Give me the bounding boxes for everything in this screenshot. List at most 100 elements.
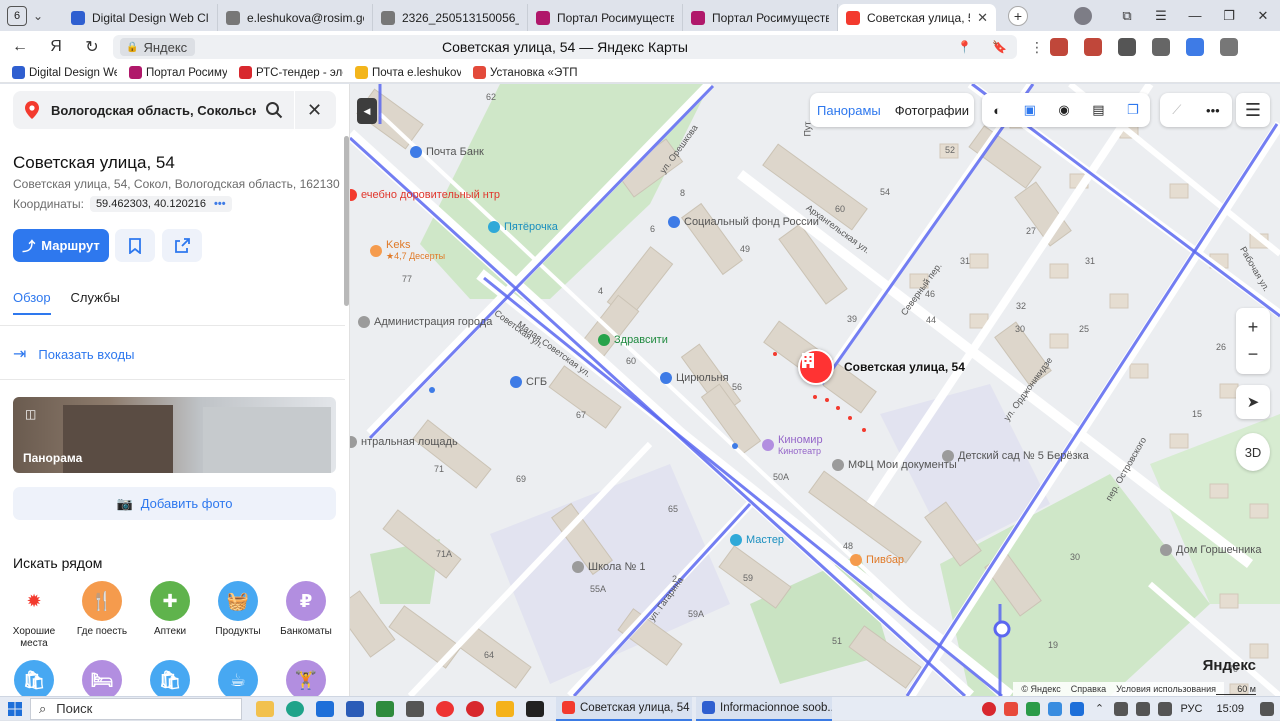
bookmark-item[interactable]: РТС-тендер - элек: [239, 66, 343, 79]
yandex-browser-icon[interactable]: [496, 700, 514, 717]
app-icon[interactable]: [346, 700, 364, 717]
coords-value-box[interactable]: 59.462303, 40.120216 •••: [89, 196, 232, 212]
route-button[interactable]: ⤴ Маршрут: [13, 229, 109, 262]
map-book-icon[interactable]: ▣: [1017, 102, 1043, 118]
xbox-icon[interactable]: [376, 700, 394, 717]
ruler-icon[interactable]: ⟋: [1165, 102, 1188, 118]
menu-icon[interactable]: ☰: [1144, 8, 1178, 24]
nearby-category[interactable]: 🛍: [144, 660, 196, 696]
map-poi-label[interactable]: Цирюльня: [660, 372, 729, 384]
map-poi-label[interactable]: Киномир Кинотеатр: [762, 434, 823, 456]
bookmark-icon[interactable]: 🔖: [992, 40, 1007, 54]
map-poi-label[interactable]: МФЦ Мои документы: [832, 459, 957, 471]
nearby-category[interactable]: ✹ Хорошие места: [8, 581, 60, 650]
hamburger-menu-button[interactable]: ☰: [1236, 93, 1270, 127]
app-icon[interactable]: [406, 700, 424, 717]
collections-icon[interactable]: ⧉: [1110, 8, 1144, 24]
file-explorer-icon[interactable]: [256, 700, 274, 717]
layers-icon[interactable]: ◐: [986, 103, 1008, 118]
extension-icon[interactable]: [1118, 38, 1136, 56]
more-icon[interactable]: •••: [1199, 103, 1227, 118]
tray-icon[interactable]: [1048, 702, 1063, 716]
3d-button[interactable]: 3D: [1236, 433, 1270, 471]
back-button[interactable]: ←: [2, 38, 38, 56]
omnibox[interactable]: 🔒 Яндекс Советская улица, 54 — Яндекс Ка…: [113, 35, 1017, 59]
taskbar-search[interactable]: ⌕ Поиск: [30, 697, 242, 720]
avatar[interactable]: [1074, 6, 1092, 25]
reload-button[interactable]: ↻: [74, 37, 110, 57]
tab-overview[interactable]: Обзор: [13, 290, 51, 315]
tab-services[interactable]: Службы: [71, 290, 120, 315]
tray-icon[interactable]: [1026, 702, 1041, 716]
map-poi-label[interactable]: Детский сад № 5 Берёзка: [942, 450, 1089, 462]
camera-icon[interactable]: ◉: [1051, 102, 1076, 118]
bluetooth-icon[interactable]: [1070, 702, 1085, 716]
bookmark-item[interactable]: Почта e.leshukova: [355, 66, 461, 79]
nearby-category[interactable]: 🧺 Продукты: [212, 581, 264, 650]
browser-tab[interactable]: Портал Росимущества: [683, 4, 838, 31]
extension-icon[interactable]: [1186, 38, 1204, 56]
app-icon[interactable]: [526, 700, 544, 717]
browser-tab[interactable]: e.leshukova@rosim.gov: [218, 4, 373, 31]
browser-tab[interactable]: Советская улица, 54 ✕: [838, 4, 996, 31]
panoramas-button[interactable]: Панорамы: [810, 103, 888, 118]
zoom-out-button[interactable]: −: [1248, 344, 1259, 365]
map-poi-label[interactable]: Keks ★4,7 Десерты: [370, 239, 445, 262]
browser-tab[interactable]: Портал Росимущества: [528, 4, 683, 31]
panorama-card[interactable]: ◫ Панорама: [13, 397, 336, 473]
map-poi-label[interactable]: СГБ: [510, 376, 547, 388]
notifications-icon[interactable]: [1260, 702, 1274, 716]
close-window-button[interactable]: ✕: [1246, 8, 1280, 24]
map-poi-label[interactable]: Почта Банк: [410, 146, 484, 158]
add-photo-button[interactable]: 📷 Добавить фото: [13, 487, 336, 520]
tray-icon[interactable]: [982, 702, 997, 716]
yandex-icon[interactable]: [436, 700, 454, 717]
map-poi-label[interactable]: Здравсити: [598, 334, 668, 346]
help-link[interactable]: Справка: [1071, 684, 1106, 694]
search-input[interactable]: Вологодская область, Сокольский ра: [51, 103, 256, 118]
map-poi-label[interactable]: Администрация города: [358, 316, 492, 328]
photos-button[interactable]: Фотографии: [888, 103, 976, 118]
map-poi-label[interactable]: нтральная лощадь: [350, 436, 458, 448]
taskbar-app-button[interactable]: Советская улица, 54 ...: [556, 696, 692, 721]
bookmark-item[interactable]: Портал Росимущ: [129, 66, 227, 79]
taskbar-app-button[interactable]: Informacionnoe soob...: [696, 696, 832, 721]
yandex-home-button[interactable]: Я: [38, 38, 74, 56]
map-poi-label[interactable]: ечебно доровительный нтр: [350, 189, 500, 201]
nearby-category[interactable]: 🏋: [280, 660, 332, 696]
browser-tab[interactable]: 2326_250513150056_00: [373, 4, 528, 31]
map-poi-label[interactable]: Дом Горшечника: [1160, 544, 1261, 556]
nearby-category[interactable]: ☕: [212, 660, 264, 696]
extension-icon[interactable]: [1084, 38, 1102, 56]
volume-icon[interactable]: [1136, 702, 1151, 716]
more-icon[interactable]: •••: [214, 198, 226, 210]
nearby-category[interactable]: ₽ Банкоматы: [280, 581, 332, 650]
edge-icon[interactable]: [286, 700, 304, 717]
language-indicator[interactable]: РУС: [1180, 703, 1202, 715]
terms-link[interactable]: Условия использования: [1116, 684, 1216, 694]
nearby-category[interactable]: ✚ Аптеки: [144, 581, 196, 650]
new-tab-button[interactable]: +: [1008, 5, 1028, 26]
map-poi-label[interactable]: Мастер: [730, 534, 784, 546]
close-icon[interactable]: ✕: [307, 100, 322, 121]
chevron-up-icon[interactable]: ⌃: [1092, 702, 1106, 716]
bookmark-button[interactable]: [115, 229, 155, 262]
bookmark-item[interactable]: Digital Design Web: [12, 66, 117, 79]
restore-button[interactable]: ❐: [1212, 8, 1246, 24]
tray-icon[interactable]: [1004, 702, 1019, 716]
clock[interactable]: 15:09: [1216, 703, 1244, 715]
nearby-category[interactable]: 🛍: [8, 660, 60, 696]
extension-icon[interactable]: [1050, 38, 1068, 56]
minimize-button[interactable]: —: [1178, 8, 1212, 23]
battery-icon[interactable]: [1158, 702, 1173, 716]
map-poi-label[interactable]: Пятёрочка: [488, 221, 558, 233]
network-icon[interactable]: [1114, 702, 1129, 716]
share-button[interactable]: [162, 229, 202, 262]
outlook-icon[interactable]: [316, 700, 334, 717]
more-icon[interactable]: ⋮: [1030, 38, 1044, 56]
nearby-category[interactable]: 🍴 Где поесть: [76, 581, 128, 650]
location-icon[interactable]: 📍: [957, 40, 972, 54]
map-poi-label[interactable]: Школа № 1: [572, 561, 645, 573]
transit-stop-icon[interactable]: [993, 620, 1011, 638]
bookmark-item[interactable]: Установка «ЭТП и: [473, 66, 581, 79]
